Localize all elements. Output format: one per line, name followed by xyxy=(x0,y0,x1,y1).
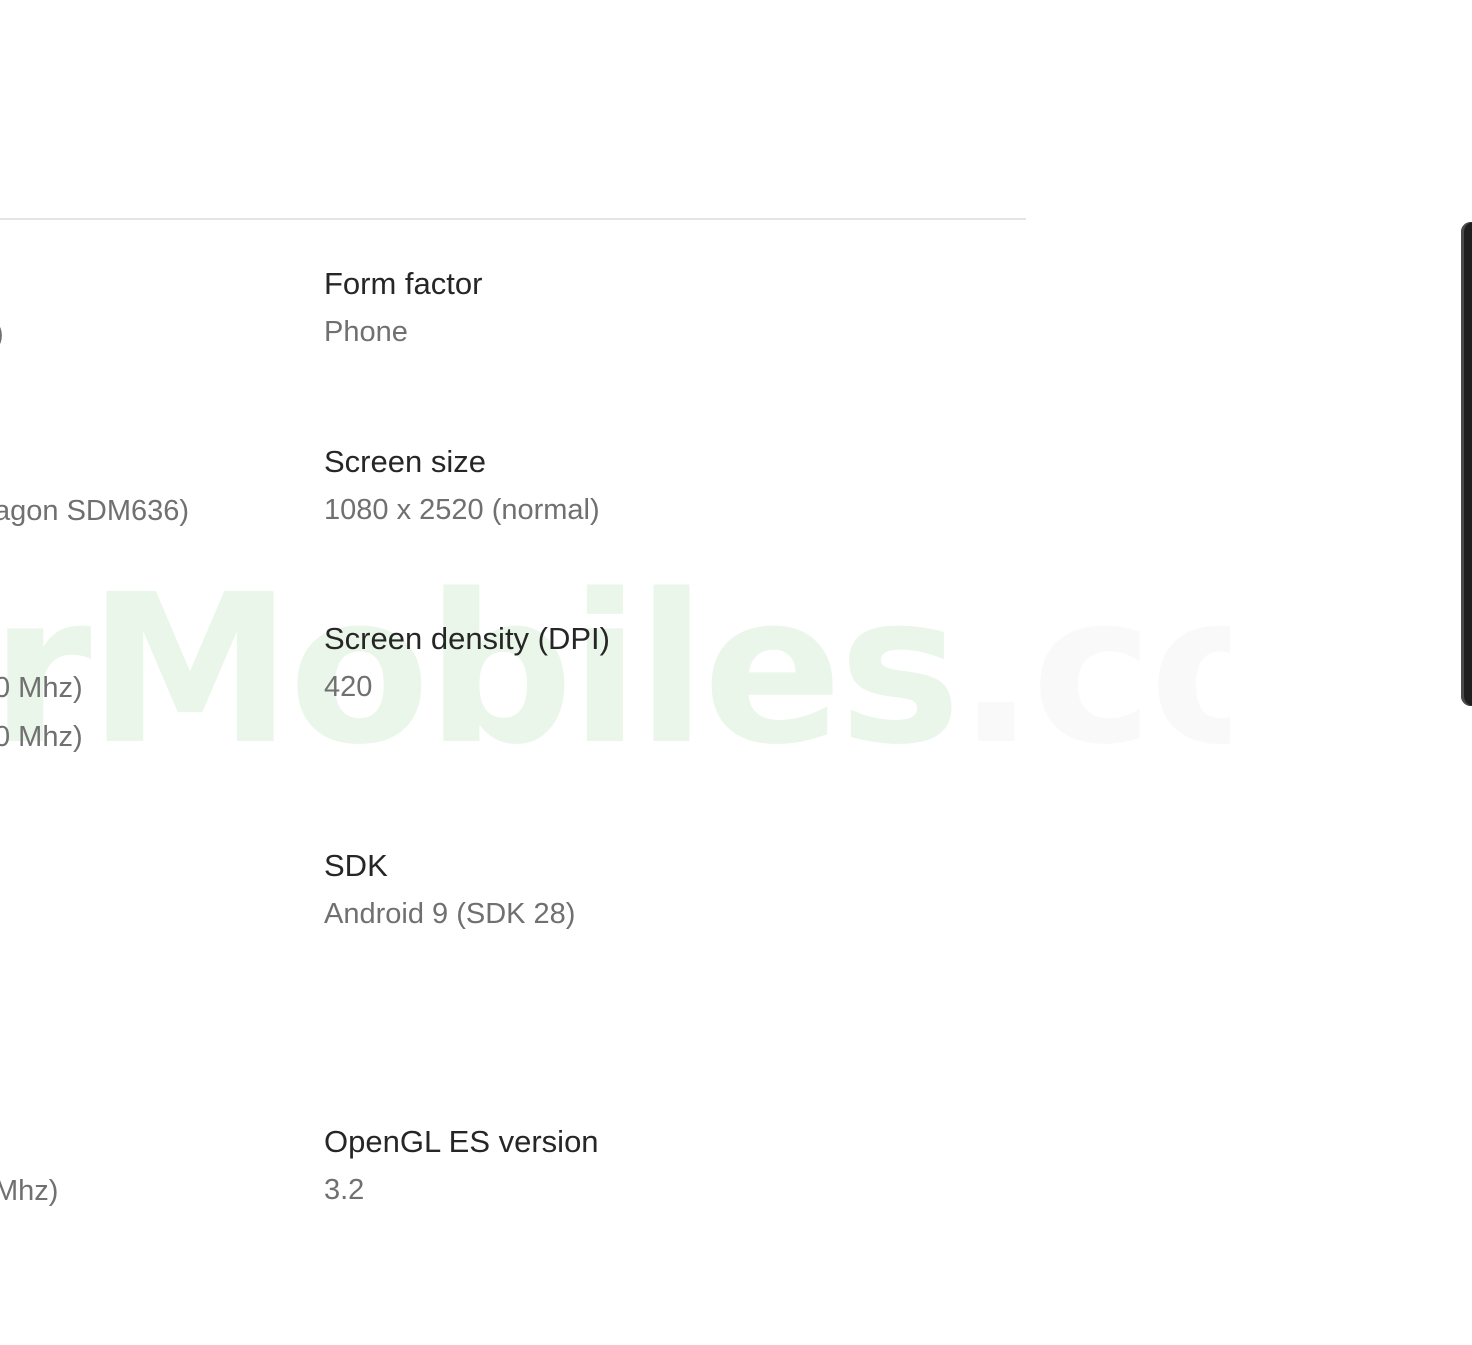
spec-label: OpenGL ES version xyxy=(324,1124,599,1159)
spec-opengl-version: OpenGL ES version 3.2 xyxy=(324,1122,599,1210)
spec-screen-density: Screen density (DPI) 420 xyxy=(324,619,610,707)
spec-value: 420 xyxy=(324,671,373,703)
spec-label: Screen size xyxy=(324,444,486,479)
left-value-fragment: ) xyxy=(0,314,4,354)
spec-label: Screen density (DPI) xyxy=(324,621,610,656)
left-value-fragment: Mhz) xyxy=(0,1175,59,1207)
spec-value: Phone xyxy=(324,316,408,348)
left-value-fragment: 0 Mhz) xyxy=(0,672,83,704)
spec-screen-size: Screen size 1080 x 2520 (normal) xyxy=(324,442,600,530)
watermark: rMobiles.com xyxy=(0,560,1230,780)
spec-value: 1080 x 2520 (normal) xyxy=(324,494,600,526)
spec-value: Android 9 (SDK 28) xyxy=(324,898,576,930)
left-value-fragment: agon SDM636) xyxy=(0,495,190,527)
section-divider xyxy=(0,218,1026,220)
spec-form-factor: Form factor Phone xyxy=(324,264,482,352)
left-value-fragment: 0 Mhz) xyxy=(0,721,83,753)
spec-label: SDK xyxy=(324,848,388,883)
spec-value: 3.2 xyxy=(324,1174,365,1206)
device-preview-image xyxy=(1461,222,1472,706)
watermark-text-secondary: .com xyxy=(957,560,1230,780)
spec-sdk: SDK Android 9 (SDK 28) xyxy=(324,846,575,934)
spec-label: Form factor xyxy=(324,266,483,301)
